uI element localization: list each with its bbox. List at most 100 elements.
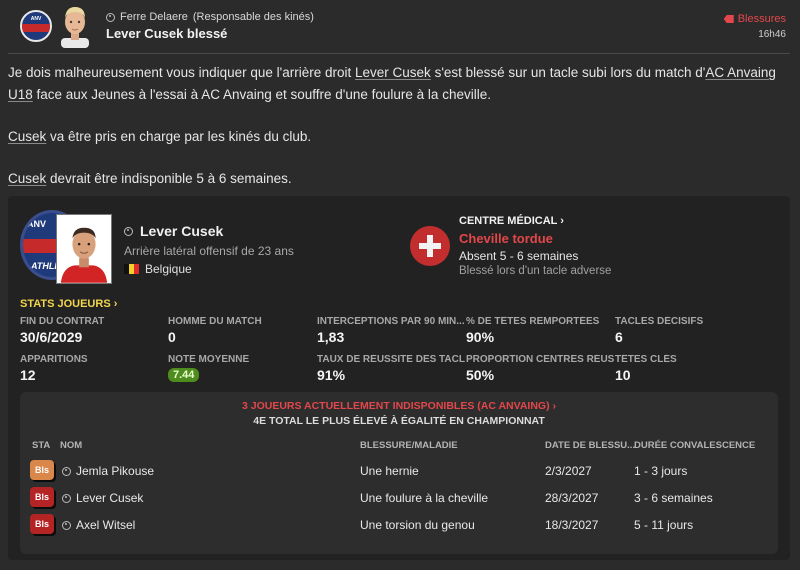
message-paragraph-3: Cusek devrait être indisponible 5 à 6 se… <box>8 168 778 190</box>
injury-type[interactable]: Cheville tordue <box>459 231 553 246</box>
column-header-injury[interactable]: BLESSURE/MALADIE <box>360 440 458 451</box>
column-header-status[interactable]: STA <box>32 440 50 451</box>
stat-value: 30/6/2029 <box>20 329 83 345</box>
player-name-label: Axel Witsel <box>76 518 136 532</box>
stat-value: 91% <box>317 367 346 383</box>
sender-name[interactable]: Ferre Delaere <box>120 11 188 23</box>
message-paragraph-2: Cusek va être pris en charge par les kin… <box>8 126 778 148</box>
sender-role: (Responsable des kinés) <box>192 11 314 23</box>
stat-label: TÊTES CLÉS <box>615 354 677 365</box>
status-badge: Bls <box>30 487 54 507</box>
club-badge-band <box>22 24 50 32</box>
message-paragraph-1: Je dois malheureusement vous indiquer qu… <box>8 62 778 106</box>
status-badge: Bls <box>30 514 54 534</box>
player-name-label: Jemla Pikouse <box>76 464 155 478</box>
injuries-tag[interactable]: Blessures <box>723 13 786 25</box>
injury-cause: Blessé lors d'un tacle adverse <box>459 265 612 277</box>
column-header-duration[interactable]: DURÉE CONVALESCENCE <box>634 440 755 451</box>
stat-label: PROPORTION CENTRES RÉUS... <box>466 354 614 365</box>
medical-centre-link[interactable]: CENTRE MÉDICAL › <box>459 215 564 227</box>
duration-cell: 1 - 3 jours <box>634 464 688 478</box>
belgium-flag-icon <box>124 264 139 274</box>
text: va être pris en charge par les kinés du … <box>46 129 312 144</box>
person-icon <box>62 520 71 530</box>
message-time: 16h46 <box>758 29 786 40</box>
stat-average-rating: NOTE MOYENNE 7.44 <box>168 354 318 382</box>
player-name-label: Lever Cusek <box>140 223 224 239</box>
message-body: Je dois malheureusement vous indiquer qu… <box>8 62 778 210</box>
date-cell: 18/3/2027 <box>545 518 599 532</box>
text: devrait être indisponible 5 à 6 semaines… <box>46 171 292 186</box>
stat-label: TACLES DÉCISIFS <box>615 316 704 327</box>
person-icon <box>106 12 115 22</box>
club-badge-text: ANV <box>30 16 42 22</box>
injury-cell: Une hernie <box>360 464 419 478</box>
player-name-label: Lever Cusek <box>76 491 144 505</box>
injury-cell: Une foulure à la cheville <box>360 491 489 505</box>
table-row[interactable]: Bls Jemla Pikouse Une hernie 2/3/2027 1 … <box>20 458 778 484</box>
stat-label: NOTE MOYENNE <box>168 354 250 365</box>
player-nationality[interactable]: Belgique <box>124 262 192 276</box>
person-icon <box>124 226 133 236</box>
stat-appearances: APPARITIONS 12 <box>20 354 170 383</box>
staff-avatar[interactable] <box>58 4 92 48</box>
sender-line[interactable]: Ferre Delaere (Responsable des kinés) <box>106 11 314 23</box>
stat-value: 6 <box>615 329 623 345</box>
crest-text-top: ANV <box>27 219 47 229</box>
text: face aux Jeunes à l'essai à AC Anvaing e… <box>32 87 491 102</box>
stat-value: 0 <box>168 329 176 345</box>
date-cell: 2/3/2027 <box>545 464 592 478</box>
absence-duration: Absent 5 - 6 semaines <box>459 249 579 263</box>
injury-cell: Une torsion du genou <box>360 518 475 532</box>
player-stats-label: STATS JOUEURS <box>20 298 111 310</box>
stat-tackle-success: TAUX DE RÉUSSITE DES TACL... 91% <box>317 354 465 383</box>
stat-label: APPARITIONS <box>20 354 88 365</box>
column-header-date[interactable]: DATE DE BLESSU... <box>545 440 635 451</box>
stat-contract-end: FIN DU CONTRAT 30/6/2029 <box>20 316 170 345</box>
stat-key-headers: TÊTES CLÉS 10 <box>615 354 765 383</box>
stat-label: % DE TÊTES REMPORTÉES <box>466 316 600 327</box>
person-icon <box>62 493 71 503</box>
stat-interceptions: INTERCEPTIONS PAR 90 MIN... 1,83 <box>317 316 465 345</box>
stat-label: TAUX DE RÉUSSITE DES TACL... <box>317 354 465 365</box>
player-name-cell[interactable]: Jemla Pikouse <box>62 464 154 478</box>
player-name-cell[interactable]: Axel Witsel <box>62 518 135 532</box>
tag-icon <box>723 15 734 23</box>
player-photo[interactable] <box>56 214 112 284</box>
club-badge-icon[interactable]: ANV <box>20 10 52 42</box>
injured-players-title: 3 JOUEURS ACTUELLEMENT INDISPONIBLES (AC… <box>241 400 550 412</box>
nationality-label: Belgique <box>145 262 192 276</box>
stat-value: 1,83 <box>317 329 345 345</box>
stat-key-tackles: TACLES DÉCISIFS 6 <box>615 316 765 345</box>
player-card: ANV ATHLET Lever Cusek Arrière latéral o… <box>8 196 790 560</box>
injury-ranking: 4E TOTAL LE PLUS ÉLEVÉ À ÉGALITÉ EN CHAM… <box>253 415 545 427</box>
player-name-cell[interactable]: Lever Cusek <box>62 491 143 505</box>
header-divider <box>8 53 790 54</box>
player-role: Arrière latéral offensif de 23 ans <box>124 244 294 258</box>
stat-value: 90% <box>466 329 495 345</box>
player-stats-link[interactable]: STATS JOUEURS › <box>20 298 117 310</box>
stat-label: FIN DU CONTRAT <box>20 316 105 327</box>
medical-centre-label: CENTRE MÉDICAL <box>459 215 558 227</box>
stat-value: 12 <box>20 367 36 383</box>
injuries-tag-label: Blessures <box>737 13 786 25</box>
duration-cell: 3 - 6 semaines <box>634 491 713 505</box>
stat-value: 50% <box>466 367 495 383</box>
player-name[interactable]: Lever Cusek <box>124 223 223 239</box>
medical-cross-icon <box>410 226 450 266</box>
injured-players-link[interactable]: 3 JOUEURS ACTUELLEMENT INDISPONIBLES (AC… <box>20 400 778 412</box>
injury-list-panel: 3 JOUEURS ACTUELLEMENT INDISPONIBLES (AC… <box>20 392 778 554</box>
text: s'est blessé sur un tacle subi lors du m… <box>430 65 706 80</box>
table-row[interactable]: Bls Axel Witsel Une torsion du genou 18/… <box>20 512 778 538</box>
rating-badge: 7.44 <box>168 368 200 382</box>
player-link[interactable]: Cusek <box>8 129 46 144</box>
column-header-name[interactable]: NOM <box>60 440 82 451</box>
stat-player-of-match: HOMME DU MATCH 0 <box>168 316 318 345</box>
player-link[interactable]: Cusek <box>8 171 46 186</box>
stat-label: HOMME DU MATCH <box>168 316 262 327</box>
table-row[interactable]: Bls Lever Cusek Une foulure à la chevill… <box>20 485 778 511</box>
stat-value: 10 <box>615 367 631 383</box>
status-badge: Bls <box>30 460 54 480</box>
player-link[interactable]: Lever Cusek <box>355 65 431 80</box>
text: Je dois malheureusement vous indiquer qu… <box>8 65 356 80</box>
